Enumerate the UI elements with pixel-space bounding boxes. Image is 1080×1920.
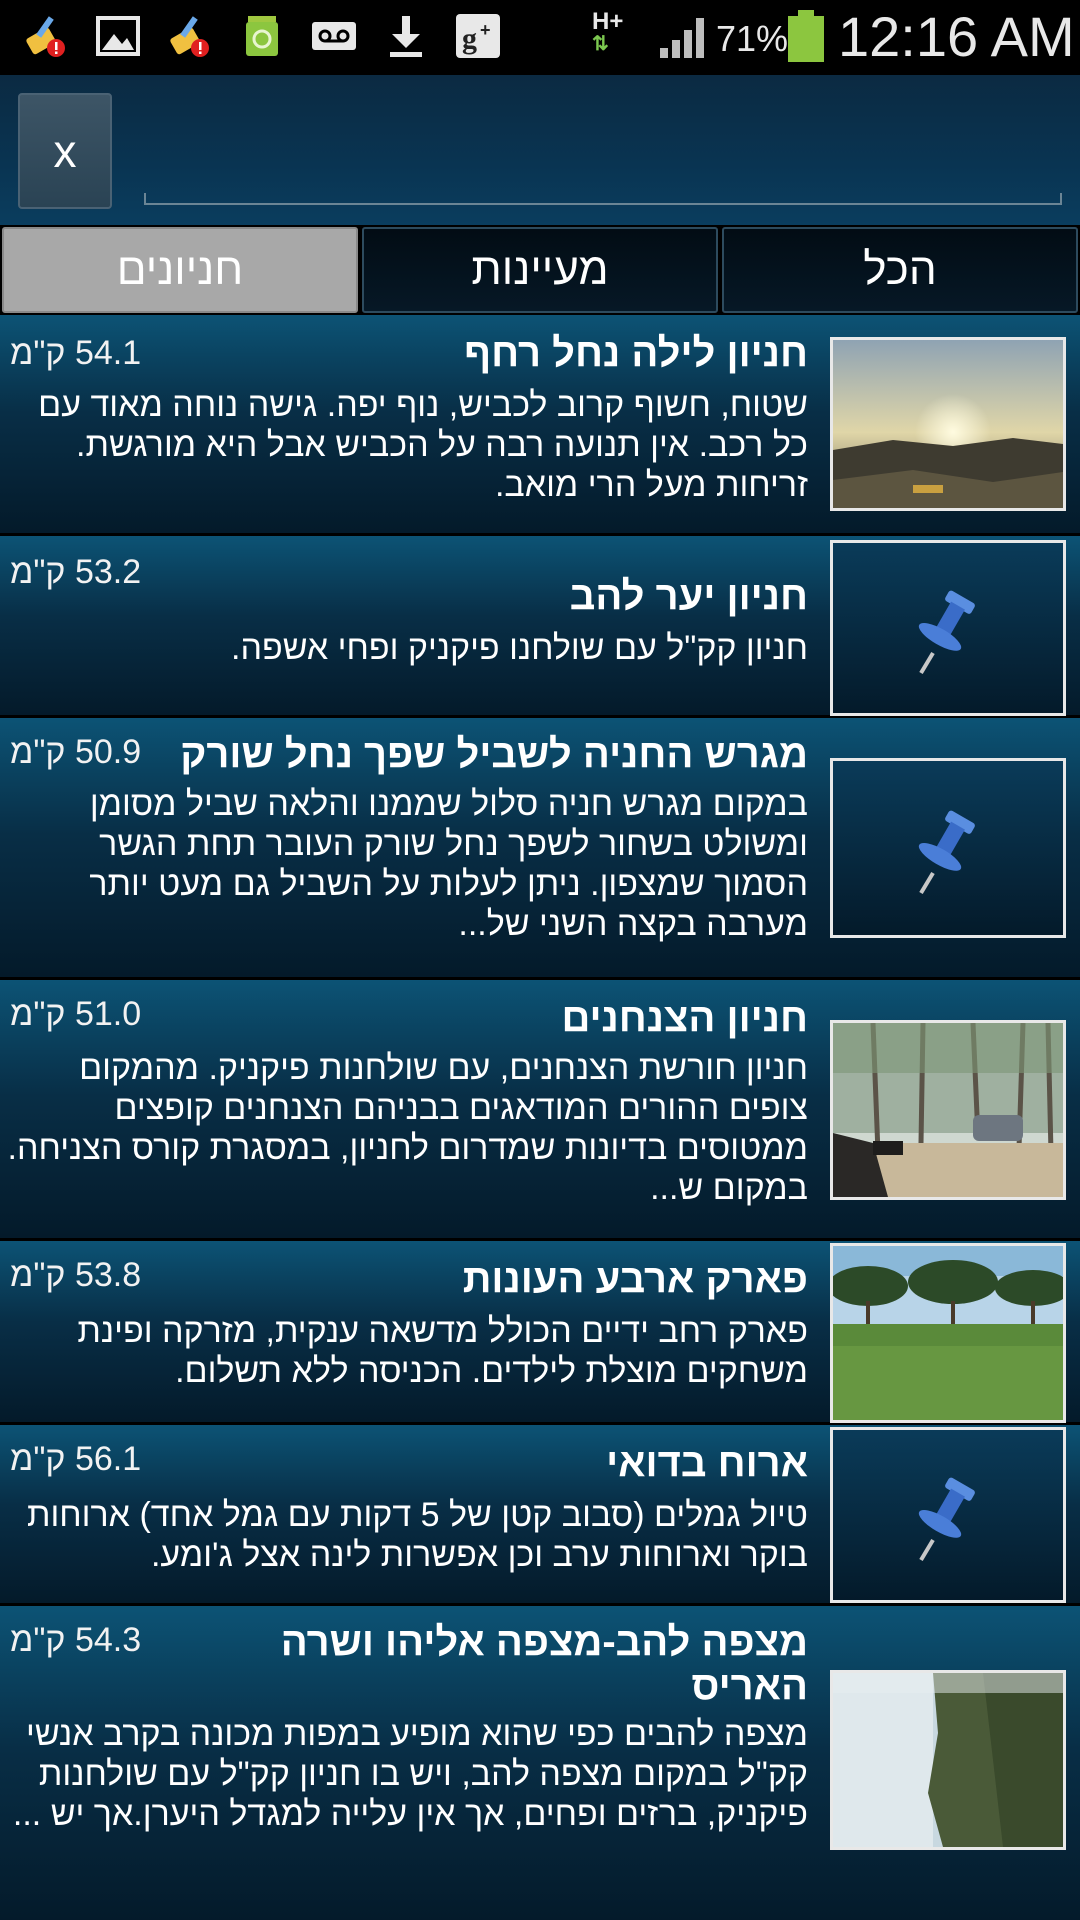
item-title: חניון הצנחנים (561, 996, 808, 1040)
item-description: שטוח, חשוף קרוב לכביש, נוף יפה. גישה נוח… (38, 386, 808, 504)
category-tabs: הכל מעיינות חניונים (0, 225, 1080, 315)
item-description: מצפה להבים כפי שהוא מופיע במפות מכונה בק… (12, 1715, 808, 1833)
search-input[interactable] (144, 193, 1062, 205)
item-distance: 54.3 ק"מ (10, 1621, 142, 1659)
list-item[interactable]: חניון יער להב 53.2 ק"מ חניון קק"ל עם שול… (0, 536, 1080, 718)
list-item[interactable]: מגרש החניה לשביל שפך נחל שורק 50.9 ק"מ ב… (0, 718, 1080, 980)
tab-springs[interactable]: מעיינות (362, 227, 718, 313)
cleaner-alert-icon (170, 16, 209, 57)
voicemail-icon (312, 22, 356, 50)
google-plus-icon: g + (456, 14, 500, 58)
network-hplus-icon: H+ ⇅ (592, 8, 624, 55)
item-description: חניון חורשת הצנחנים, עם שולחנות פיקניק. … (7, 1049, 808, 1207)
park-photo (830, 1243, 1066, 1423)
list-item[interactable]: מצפה להב-מצפה אליהו ושרה האריס 54.3 ק"מ … (0, 1606, 1080, 1920)
status-bar: g + H+ ⇅ 71% 12:16 AM (0, 0, 1080, 75)
item-title: חניון לילה נחל רחף (464, 331, 808, 375)
recycle-icon (246, 16, 278, 56)
item-distance: 53.8 ק"מ (10, 1256, 142, 1294)
item-distance: 51.0 ק"מ (10, 995, 142, 1033)
places-list: חניון לילה נחל רחף 54.1 ק"מ שטוח, חשוף ק… (0, 315, 1080, 1920)
clock: 12:16 AM (838, 5, 1075, 68)
item-description: במקום מגרש חניה סלול שממנו והלאה שביל מס… (89, 785, 808, 943)
battery-percent: 71% (716, 18, 789, 59)
list-item[interactable]: חניון לילה נחל רחף 54.1 ק"מ שטוח, חשוף ק… (0, 315, 1080, 536)
svg-text:+: + (480, 20, 491, 40)
signal-icon (660, 18, 704, 58)
cleaner-alert-icon (26, 16, 65, 57)
image-icon (96, 16, 140, 56)
item-distance: 56.1 ק"מ (10, 1440, 142, 1478)
list-item[interactable]: ארוח בדואי 56.1 ק"מ טיול גמלים (סבוב קטן… (0, 1425, 1080, 1606)
pushpin-icon (830, 1427, 1066, 1603)
item-distance: 50.9 ק"מ (10, 733, 142, 771)
sunrise-photo (830, 337, 1066, 511)
item-description: פארק רחב ידיים הכולל מדשאה ענקית, מזרקה … (77, 1312, 808, 1390)
forest-photo (830, 1020, 1066, 1200)
item-title: פארק ארבע העונות (462, 1257, 808, 1301)
close-button[interactable]: x (18, 93, 112, 209)
list-item[interactable]: חניון הצנחנים 51.0 ק"מ חניון חורשת הצנחנ… (0, 980, 1080, 1241)
svg-text:g: g (462, 22, 477, 55)
item-title: חניון יער להב (569, 574, 808, 618)
item-title: ארוח בדואי (606, 1441, 808, 1485)
battery-icon (788, 10, 824, 62)
tab-parking[interactable]: חניונים (2, 227, 358, 313)
pushpin-icon (830, 540, 1066, 716)
item-title: מגרש החניה לשביל שפך נחל שורק (180, 732, 808, 776)
lookout-photo (830, 1670, 1066, 1850)
item-description: חניון קק"ל עם שולחנו פיקניק ופחי אשפה. (231, 629, 808, 667)
item-distance: 53.2 ק"מ (10, 553, 142, 591)
search-header: x (0, 75, 1080, 225)
item-title: מצפה להב-מצפה אליהו ושרה האריס (280, 1620, 808, 1708)
pushpin-icon (830, 758, 1066, 938)
download-icon (390, 16, 422, 57)
tab-all[interactable]: הכל (722, 227, 1078, 313)
item-description: טיול גמלים (סבוב קטן של 5 דקות עם גמל אח… (26, 1496, 808, 1574)
item-distance: 54.1 ק"מ (10, 334, 142, 372)
list-item[interactable]: פארק ארבע העונות 53.8 ק"מ פארק רחב ידיים… (0, 1241, 1080, 1425)
